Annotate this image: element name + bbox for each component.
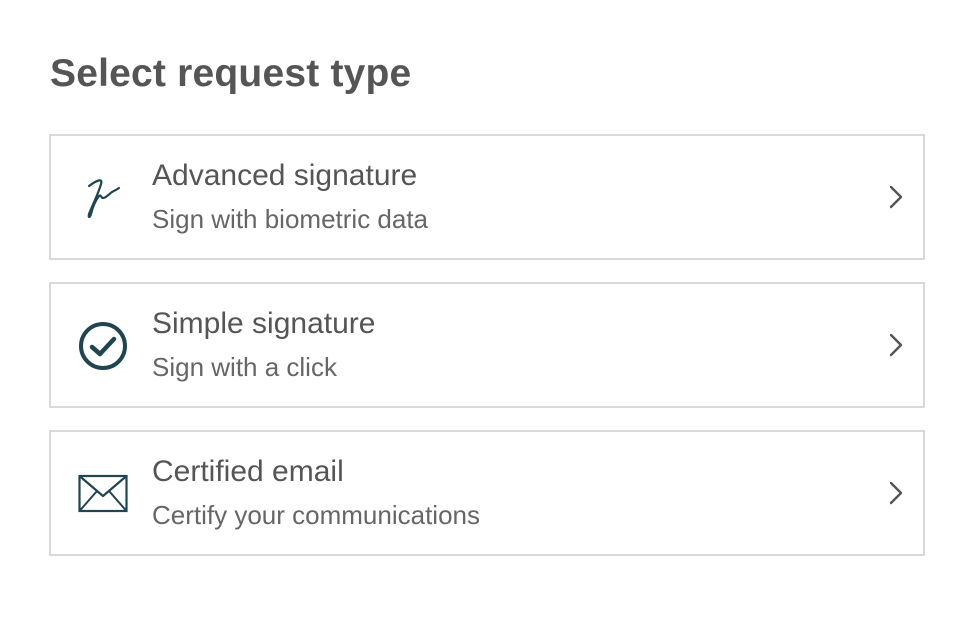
chevron-right-icon bbox=[889, 333, 903, 357]
envelope-icon bbox=[77, 468, 129, 520]
option-title: Advanced signature bbox=[152, 159, 418, 192]
option-simple-signature[interactable]: Simple signature Sign with a click bbox=[49, 282, 925, 408]
option-title: Certified email bbox=[152, 455, 344, 488]
chevron-right-icon bbox=[889, 185, 903, 209]
check-circle-icon bbox=[77, 320, 129, 372]
option-advanced-signature[interactable]: Advanced signature Sign with biometric d… bbox=[49, 134, 925, 260]
page-title: Select request type bbox=[50, 52, 412, 95]
option-subtitle: Certify your communications bbox=[152, 500, 480, 530]
signature-icon bbox=[77, 172, 129, 224]
option-certified-email[interactable]: Certified email Certify your communicati… bbox=[49, 430, 925, 556]
option-subtitle: Sign with a click bbox=[152, 352, 337, 382]
chevron-right-icon bbox=[889, 481, 903, 505]
option-title: Simple signature bbox=[152, 307, 376, 340]
option-subtitle: Sign with biometric data bbox=[152, 204, 429, 234]
request-type-list: Advanced signature Sign with biometric d… bbox=[49, 134, 925, 578]
